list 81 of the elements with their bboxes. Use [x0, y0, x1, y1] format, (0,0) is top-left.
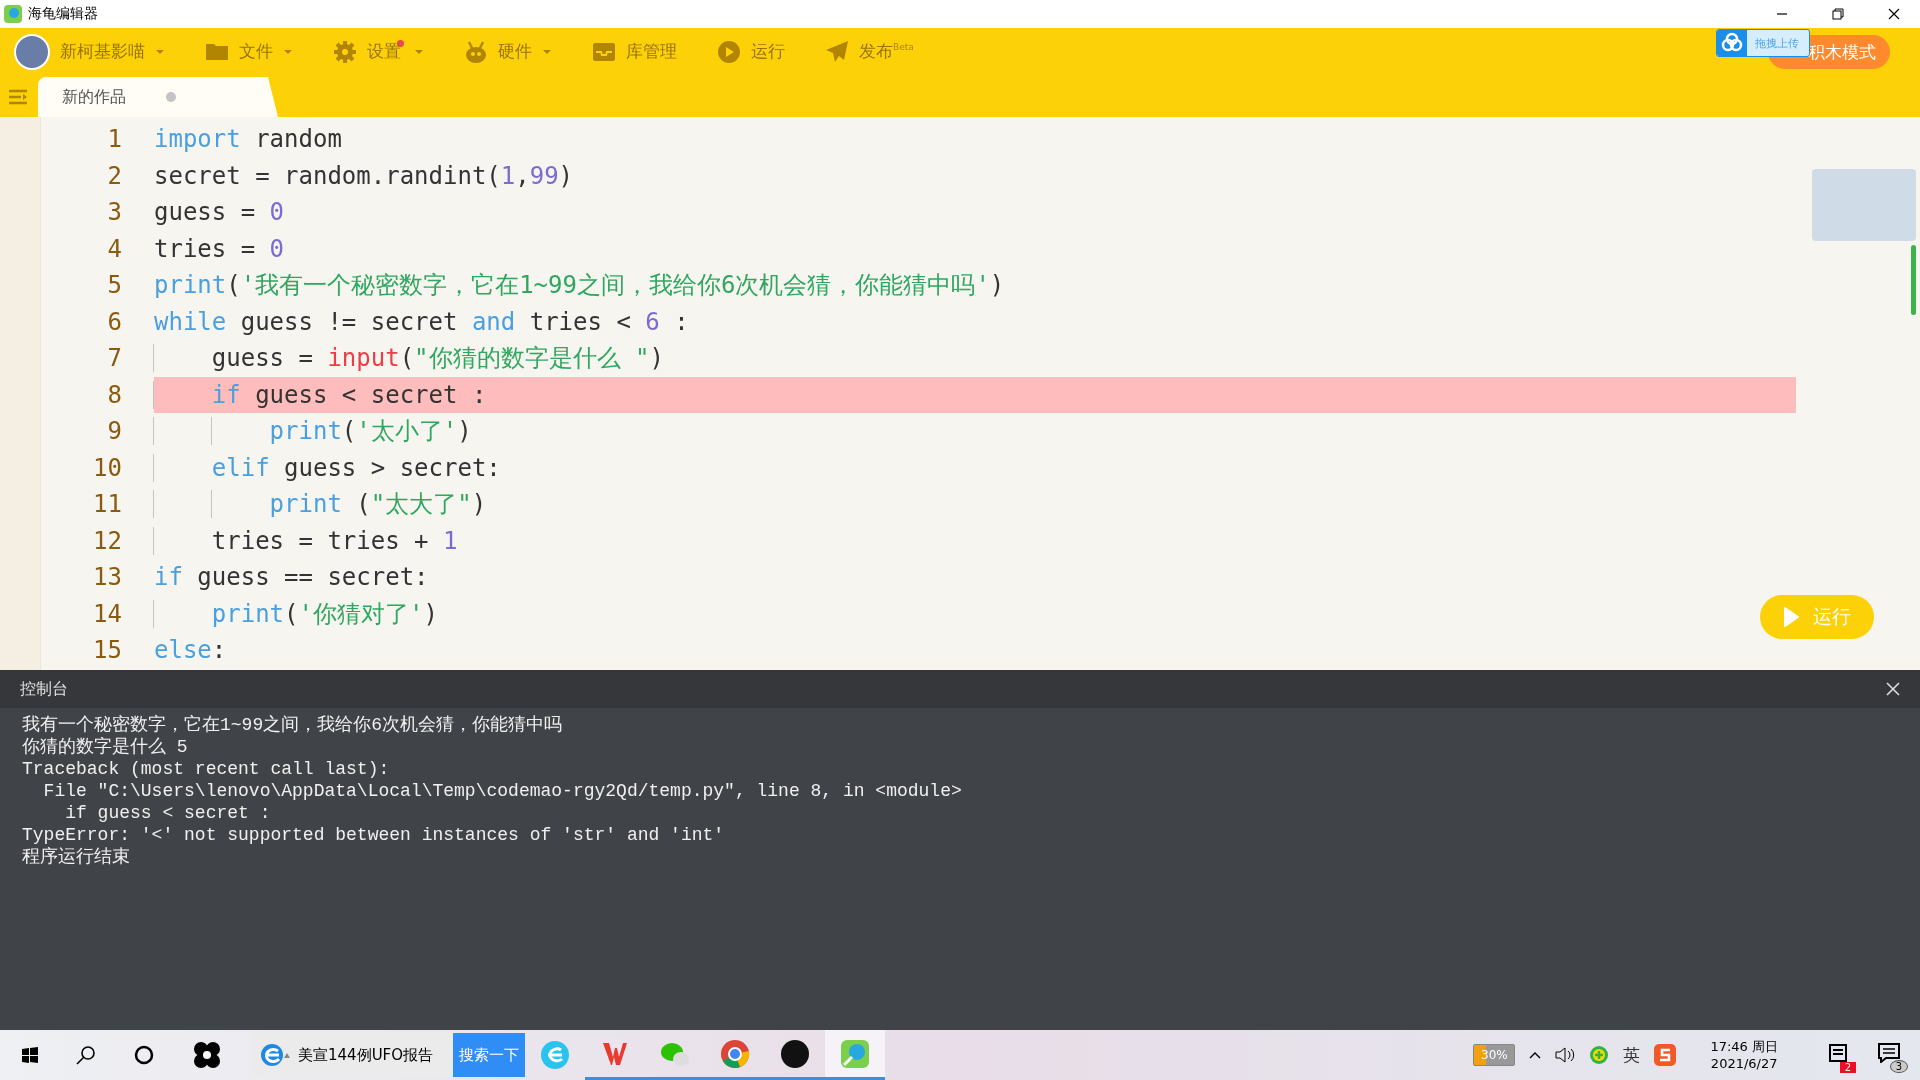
browser-e-icon	[260, 1042, 290, 1068]
message-icon[interactable]	[1878, 1043, 1900, 1063]
code-line: import random	[154, 124, 343, 155]
scrollbar-thumb[interactable]	[1911, 245, 1916, 315]
line-number: 5	[106, 271, 123, 300]
plus-circle-icon[interactable]	[1589, 1045, 1610, 1065]
window-title: 海龟编辑器	[28, 5, 98, 23]
console-line: 你猜的数字是什么 5	[22, 736, 189, 758]
chevron-up-icon[interactable]	[1529, 1051, 1542, 1059]
search-button[interactable]: 搜索一下	[453, 1033, 526, 1077]
line-number: 12	[92, 526, 123, 555]
close-icon[interactable]	[1888, 8, 1900, 20]
play-icon	[717, 39, 741, 64]
avatar	[14, 33, 50, 70]
turtle-app-icon[interactable]	[840, 1038, 871, 1069]
search-value: 美宣144例UFO报告	[298, 1045, 434, 1065]
code-line: while guess != secret and tries < 6 :	[154, 306, 690, 338]
line-number: 11	[92, 490, 123, 519]
console-line: TypeError: '<' not supported between instances of 'str' and 'int'	[22, 824, 726, 846]
line-number: 10	[92, 453, 123, 482]
code-line: tries = tries + 1	[154, 522, 1796, 559]
code-line: if guess == secret:	[154, 562, 430, 593]
code-line: elif guess > secret:	[154, 449, 1796, 486]
console-line: if guess < secret :	[64, 802, 272, 824]
line-number: 7	[106, 344, 123, 373]
menu-item[interactable]: 文件	[239, 40, 273, 63]
console-line: File "C:\Users\lenovo\AppData\Local\Temp\codemao-rgy2Qd/temp.py", line 8, in <module>	[42, 780, 963, 802]
dark-circle-icon[interactable]	[780, 1038, 811, 1069]
console-line: 我有一个秘密数字，它在1~99之间，我给你6次机会猜，你能猜中吗	[22, 714, 563, 736]
line-number: 1	[106, 125, 123, 154]
code-line: guess = 0	[154, 197, 286, 228]
console-line: 程序运行结束	[22, 846, 131, 868]
menu-item[interactable]: 硬件	[498, 40, 532, 63]
app-logo-icon	[4, 5, 22, 23]
count-badge: 3	[1890, 1060, 1908, 1073]
gear-icon	[333, 39, 357, 64]
code-line: secret = random.randint(1,99)	[154, 160, 575, 192]
play-icon	[1783, 607, 1799, 627]
search-icon[interactable]	[76, 1045, 96, 1065]
code-line: print('我有一个秘密数字，它在1~99之间，我给你6次机会猜，你能猜中吗')	[154, 270, 1006, 301]
tab-label: 新的作品	[62, 86, 126, 108]
paper-plane-icon	[825, 39, 849, 64]
code-line: print('太小了')	[154, 413, 1796, 450]
start-icon[interactable]	[22, 1047, 38, 1063]
taskbar-search-field[interactable]: 美宣144例UFO报告 搜索一下	[252, 1033, 526, 1077]
console-title: 控制台	[20, 678, 68, 700]
menu-item[interactable]: 发布$^{Beta}$	[859, 40, 914, 63]
file-tab[interactable]: 新的作品	[38, 77, 278, 117]
chrome-icon[interactable]	[720, 1038, 751, 1069]
input-method-indicator[interactable]: 英	[1623, 1043, 1641, 1067]
line-number: 6	[106, 307, 123, 336]
code-line: print ("太大了")	[154, 486, 1796, 523]
menu-item[interactable]: 设置	[367, 40, 401, 63]
line-number: 8	[106, 380, 123, 409]
user-menu[interactable]: 新柯基影喵	[60, 40, 145, 63]
clock-time: 17:46 周日	[1710, 1038, 1778, 1055]
cloud-icon	[1717, 30, 1747, 56]
notes-icon[interactable]	[1828, 1043, 1848, 1063]
code-line: tries = 0	[154, 233, 286, 265]
line-number: 4	[106, 234, 123, 263]
menu-item[interactable]: 运行	[751, 40, 785, 63]
pinwheel-icon[interactable]	[192, 1040, 222, 1070]
clock[interactable]: 17:46 周日 2021/6/27	[1710, 1038, 1778, 1072]
s-logo-icon[interactable]	[1654, 1044, 1677, 1066]
clock-date: 2021/6/27	[1710, 1055, 1778, 1072]
count-badge: 2	[1840, 1062, 1856, 1073]
menu-item[interactable]: 库管理	[626, 40, 677, 63]
line-number: 13	[92, 563, 123, 592]
speaker-icon[interactable]	[1555, 1047, 1576, 1063]
line-number: 2	[106, 161, 123, 190]
line-number: 15	[92, 636, 123, 665]
line-number: 14	[92, 599, 123, 628]
line-number: 9	[106, 417, 123, 446]
restore-icon[interactable]	[1832, 8, 1844, 20]
code-line: guess = input("你猜的数字是什么 ")	[154, 340, 1796, 377]
circle-icon[interactable]	[134, 1045, 154, 1065]
line-number: 3	[106, 198, 123, 227]
menu-icon[interactable]	[8, 89, 28, 105]
code-line: else:	[154, 635, 228, 666]
robot-icon	[464, 39, 488, 64]
console-line: Traceback (most recent call last):	[22, 758, 391, 780]
